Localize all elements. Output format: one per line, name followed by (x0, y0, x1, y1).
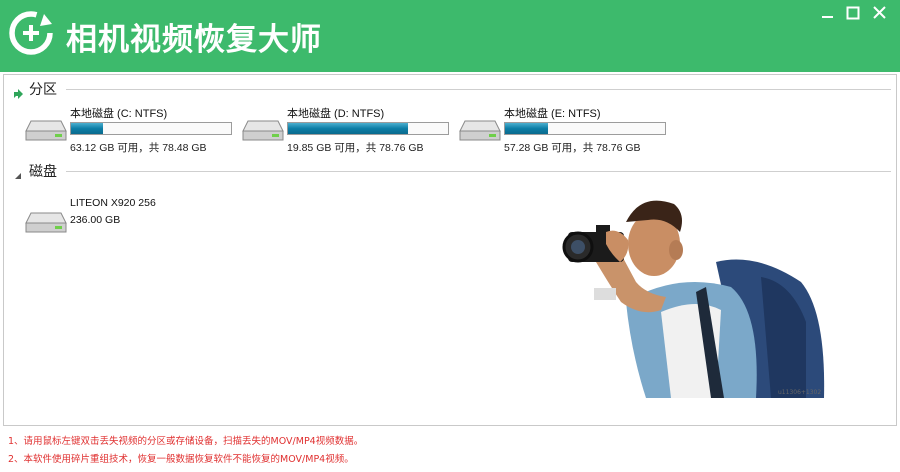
drive-capacity: 57.28 GB 可用，共 78.76 GB (504, 142, 641, 154)
disk-liteon[interactable]: LITEON X920 256 236.00 GB (25, 197, 240, 245)
drive-name: 本地磁盘 (C: NTFS) (70, 108, 168, 120)
disk-name: LITEON X920 256 (70, 197, 156, 209)
app-title: 相机视频恢复大师 (66, 22, 322, 58)
disk-section-title: 磁盘 (29, 164, 57, 180)
drive-name: 本地磁盘 (D: NTFS) (287, 108, 385, 120)
collapse-arrow-icon[interactable] (12, 85, 24, 99)
collapse-arrow-icon[interactable] (12, 167, 24, 179)
drive-usage-bar (70, 122, 232, 135)
instruction-line: 2、本软件使用碎片重组技术，恢复一般数据恢复软件不能恢复的MOV/MP4视频。 (8, 454, 354, 465)
drive-e[interactable]: 本地磁盘 (E: NTFS) 57.28 GB 可用，共 78.76 GB (459, 105, 674, 154)
svg-text:u11306+1302: u11306+1302 (778, 389, 821, 396)
instructions: 1、请用鼠标左键双击丢失视频的分区或存储设备，扫描丢失的MOV/MP4视频数据。… (8, 433, 888, 469)
partition-section-header: 分区 (4, 79, 894, 99)
close-button[interactable] (870, 4, 890, 22)
drive-icon (459, 115, 501, 143)
drive-icon (25, 207, 67, 235)
partition-section-title: 分区 (29, 82, 57, 98)
drive-icon (242, 115, 284, 143)
disk-size: 236.00 GB (70, 214, 121, 226)
section-divider (66, 171, 891, 172)
drive-c[interactable]: 本地磁盘 (C: NTFS) 63.12 GB 可用，共 78.48 GB (25, 105, 240, 154)
device-panel: 分区 本地磁盘 (C: NTFS) 63.12 GB 可用，共 78.48 GB (3, 74, 897, 426)
title-bar: 相机视频恢复大师 (0, 0, 900, 72)
drive-name: 本地磁盘 (E: NTFS) (504, 108, 601, 120)
section-divider (66, 89, 891, 90)
drive-capacity: 63.12 GB 可用，共 78.48 GB (70, 142, 207, 154)
logo-icon (8, 10, 54, 56)
drive-d[interactable]: 本地磁盘 (D: NTFS) 19.85 GB 可用，共 78.76 GB (242, 105, 457, 154)
drive-icon (25, 115, 67, 143)
drive-usage-bar (504, 122, 666, 135)
disk-section-header: 磁盘 (4, 161, 894, 181)
photographer-illustration: u11306+1302 (556, 192, 828, 398)
minimize-button[interactable] (818, 4, 838, 22)
drive-usage-bar (287, 122, 449, 135)
maximize-button[interactable] (843, 4, 863, 22)
app-window: 相机视频恢复大师 分区 本地磁盘 (C: NTFS) 63.12 GB 可用，共… (0, 0, 900, 472)
drive-capacity: 19.85 GB 可用，共 78.76 GB (287, 142, 424, 154)
instruction-line: 1、请用鼠标左键双击丢失视频的分区或存储设备，扫描丢失的MOV/MP4视频数据。 (8, 436, 364, 447)
